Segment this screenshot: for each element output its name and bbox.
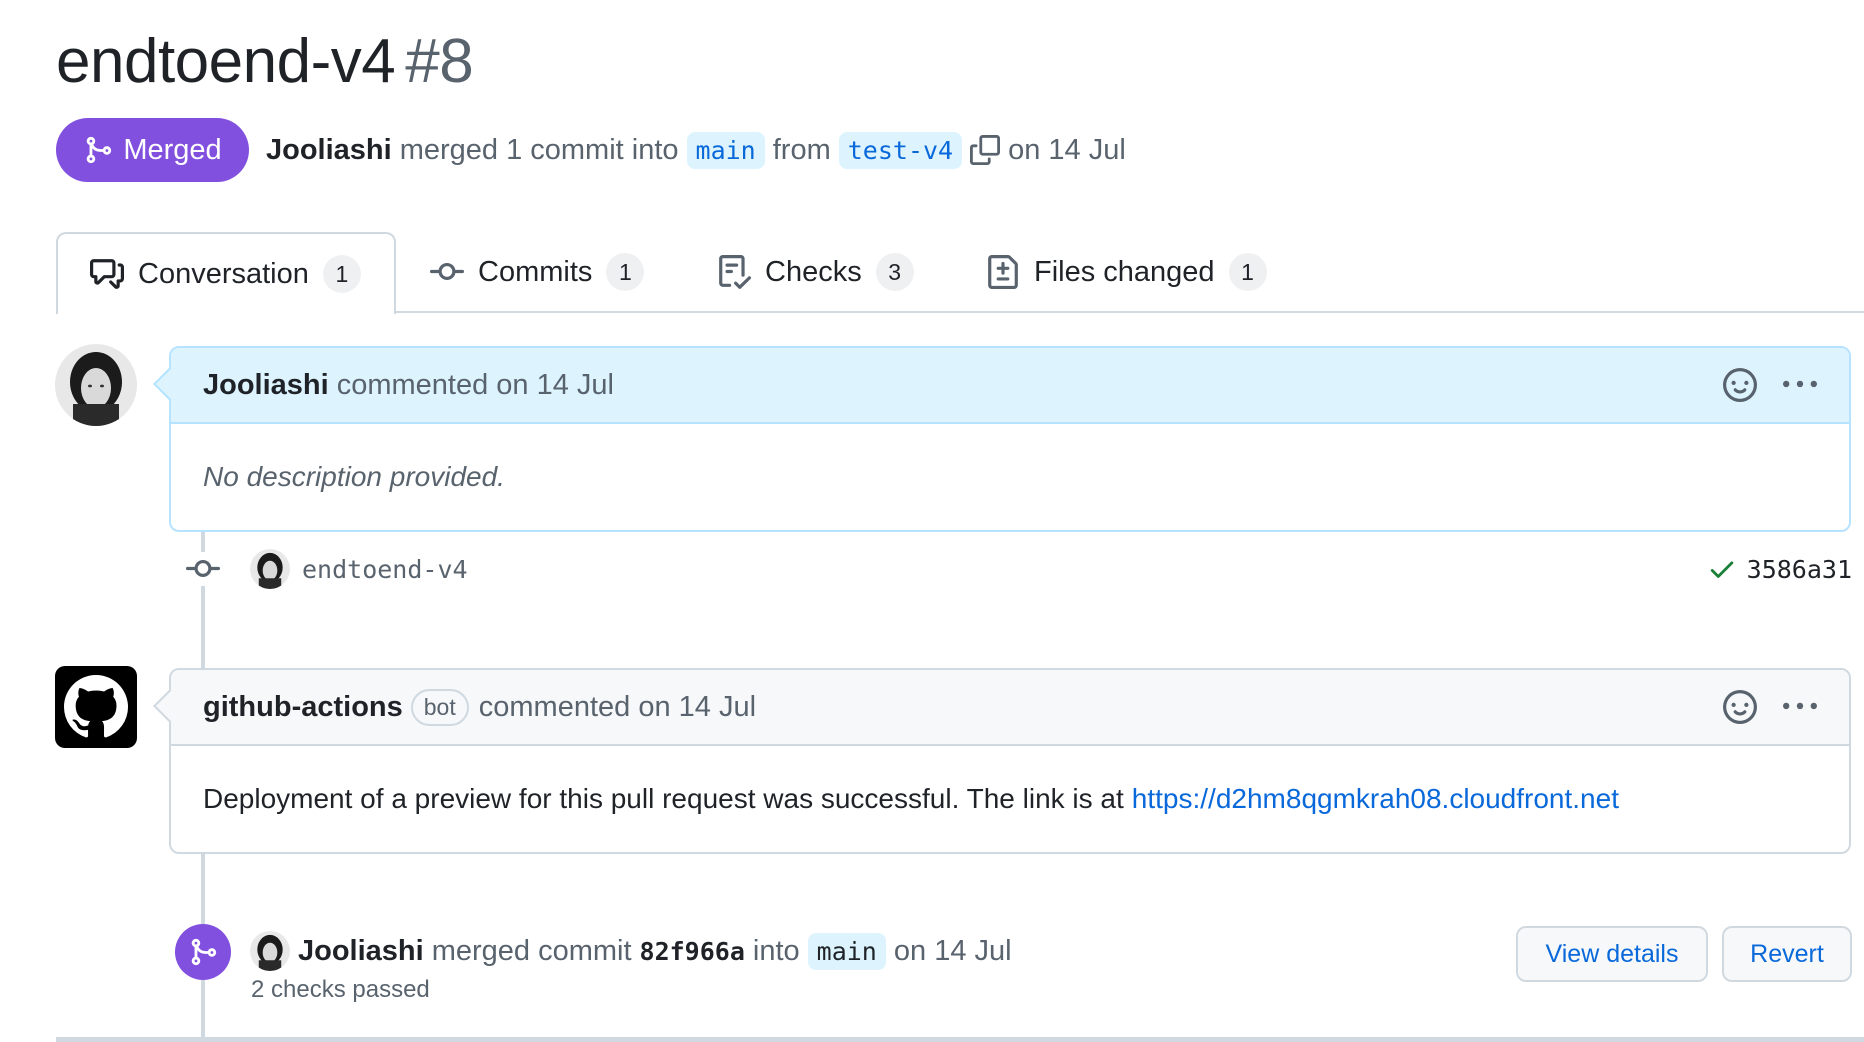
- tab-checks[interactable]: Checks 3: [717, 232, 914, 312]
- tab-conversation[interactable]: Conversation 1: [56, 232, 396, 314]
- comment-body: No description provided.: [203, 461, 505, 492]
- comment-header: Jooliashi commented on 14 Jul: [171, 348, 1849, 424]
- commit-message-link[interactable]: endtoend-v4: [302, 555, 468, 584]
- git-commit-icon: [430, 262, 464, 280]
- comment-timestamp[interactable]: commented on 14 Jul: [479, 691, 756, 724]
- tab-files-changed-count: 1: [1228, 253, 1267, 291]
- merge-author-link[interactable]: Jooliashi: [266, 134, 392, 167]
- comment-box: Jooliashi commented on 14 Jul No descrip…: [153, 346, 1851, 532]
- merge-action-text: merged 1 commit into: [399, 133, 679, 166]
- preview-link[interactable]: https://d2hm8qgmkrah08.cloudfront.net: [1132, 783, 1619, 815]
- file-diff-icon: [988, 255, 1018, 289]
- avatar[interactable]: [55, 344, 137, 426]
- comment-header: github-actions bot commented on 14 Jul: [171, 670, 1849, 746]
- comment-box: github-actions bot commented on 14 Jul D…: [153, 668, 1851, 854]
- comment-body: Deployment of a preview for this pull re…: [171, 746, 1849, 852]
- kebab-horizontal-icon[interactable]: [1783, 690, 1817, 724]
- tab-checks-count: 3: [875, 253, 914, 291]
- comment-author-link[interactable]: github-actions: [203, 691, 403, 724]
- tab-commits-label: Commits: [478, 255, 593, 288]
- timeline-end-rule: [56, 1037, 1864, 1042]
- commit-row: endtoend-v4 3586a31: [186, 545, 1852, 593]
- merge-event-author-link[interactable]: Jooliashi: [298, 935, 424, 968]
- revert-button[interactable]: Revert: [1722, 926, 1852, 982]
- merge-event-into: into: [752, 934, 800, 967]
- git-commit-icon: [186, 552, 220, 586]
- merge-commit-sha-link[interactable]: 82f966a: [640, 937, 745, 966]
- user-avatar-image: [250, 931, 290, 971]
- tab-conversation-count: 1: [322, 255, 361, 293]
- comment-author-link[interactable]: Jooliashi: [203, 369, 329, 402]
- copy-branch-button[interactable]: [970, 135, 1001, 165]
- avatar[interactable]: [250, 549, 290, 589]
- merge-event-date[interactable]: on 14 Jul: [894, 935, 1012, 968]
- check-icon[interactable]: [1707, 554, 1737, 584]
- tab-files-changed[interactable]: Files changed 1: [986, 232, 1267, 312]
- comment-timestamp[interactable]: commented on 14 Jul: [337, 369, 614, 402]
- git-merge-icon: [87, 136, 112, 164]
- tab-commits[interactable]: Commits 1: [430, 232, 645, 312]
- pr-title: endtoend-v4 #8: [56, 22, 474, 102]
- comment-body-text: Deployment of a preview for this pull re…: [203, 783, 1124, 814]
- from-text: from: [772, 133, 831, 166]
- github-mark-icon: [64, 675, 128, 738]
- avatar[interactable]: [55, 666, 137, 748]
- bot-label: bot: [410, 688, 469, 726]
- user-avatar-image: [250, 549, 290, 589]
- comment-discussion-icon: [90, 259, 124, 289]
- base-branch-label[interactable]: main: [686, 131, 765, 169]
- view-details-button[interactable]: View details: [1516, 926, 1708, 982]
- pr-number: #8: [405, 27, 474, 96]
- checks-passed-text: 2 checks passed: [251, 976, 430, 1003]
- avatar[interactable]: [250, 931, 290, 971]
- smiley-icon[interactable]: [1723, 368, 1757, 402]
- tab-files-changed-label: Files changed: [1034, 255, 1215, 288]
- merge-event-action: merged commit: [431, 934, 632, 967]
- checklist-icon: [719, 255, 751, 289]
- merged-badge-label: Merged: [123, 133, 222, 166]
- tab-commits-count: 1: [606, 253, 645, 291]
- tab-checks-label: Checks: [765, 255, 862, 288]
- commit-sha-link[interactable]: 3586a31: [1747, 555, 1852, 584]
- merge-event-text: Jooliashi merged commit 82f966a into mai…: [250, 926, 1012, 976]
- merge-date: on 14 Jul: [1008, 133, 1126, 166]
- head-branch-label[interactable]: test-v4: [838, 131, 963, 169]
- merged-status-badge: Merged: [56, 118, 249, 182]
- merge-summary: Jooliashi merged 1 commit into main from…: [266, 124, 1126, 176]
- tab-conversation-label: Conversation: [138, 257, 309, 290]
- merge-event-branch[interactable]: main: [807, 932, 886, 970]
- smiley-icon[interactable]: [1723, 690, 1757, 724]
- copy-icon: [970, 135, 1001, 165]
- kebab-horizontal-icon[interactable]: [1783, 368, 1817, 402]
- pr-title-text: endtoend-v4: [56, 27, 396, 96]
- user-avatar-image: [55, 344, 137, 426]
- merge-event-badge: [175, 924, 231, 980]
- git-merge-icon: [191, 938, 217, 966]
